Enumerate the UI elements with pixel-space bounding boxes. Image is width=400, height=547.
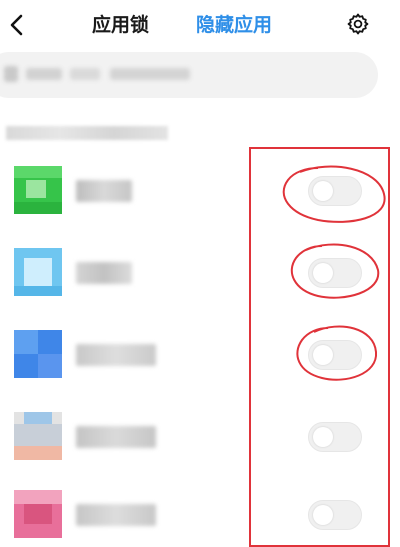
hide-toggle[interactable] xyxy=(308,258,362,288)
top-bar: 应用锁 隐藏应用 xyxy=(0,0,400,50)
app-name xyxy=(76,180,132,202)
hide-toggle[interactable] xyxy=(308,176,362,206)
app-row xyxy=(0,324,400,384)
toggle-knob xyxy=(313,427,333,447)
app-name xyxy=(76,344,156,366)
back-arrow-icon[interactable] xyxy=(6,12,30,38)
app-name xyxy=(76,262,132,284)
app-icon xyxy=(14,412,62,460)
search-placeholder xyxy=(26,68,62,80)
app-name xyxy=(76,504,156,526)
toggle-knob xyxy=(313,181,333,201)
tab-hidden-apps[interactable]: 隐藏应用 xyxy=(196,12,272,38)
app-icon xyxy=(14,248,62,296)
search-icon xyxy=(4,66,18,82)
app-name xyxy=(76,426,156,448)
hide-toggle[interactable] xyxy=(308,500,362,530)
app-row xyxy=(0,242,400,302)
hide-toggle[interactable] xyxy=(308,340,362,370)
toggle-knob xyxy=(313,345,333,365)
app-row xyxy=(0,160,400,220)
gear-icon[interactable] xyxy=(346,12,370,36)
toggle-knob xyxy=(313,263,333,283)
section-header xyxy=(6,126,168,140)
tab-app-lock[interactable]: 应用锁 xyxy=(92,12,149,38)
app-row xyxy=(0,484,400,544)
search-placeholder xyxy=(70,68,100,80)
app-row xyxy=(0,406,400,466)
search-bar[interactable] xyxy=(0,52,378,98)
app-icon xyxy=(14,490,62,538)
app-icon xyxy=(14,166,62,214)
hide-toggle[interactable] xyxy=(308,422,362,452)
search-placeholder xyxy=(110,68,190,80)
app-icon xyxy=(14,330,62,378)
toggle-knob xyxy=(313,505,333,525)
